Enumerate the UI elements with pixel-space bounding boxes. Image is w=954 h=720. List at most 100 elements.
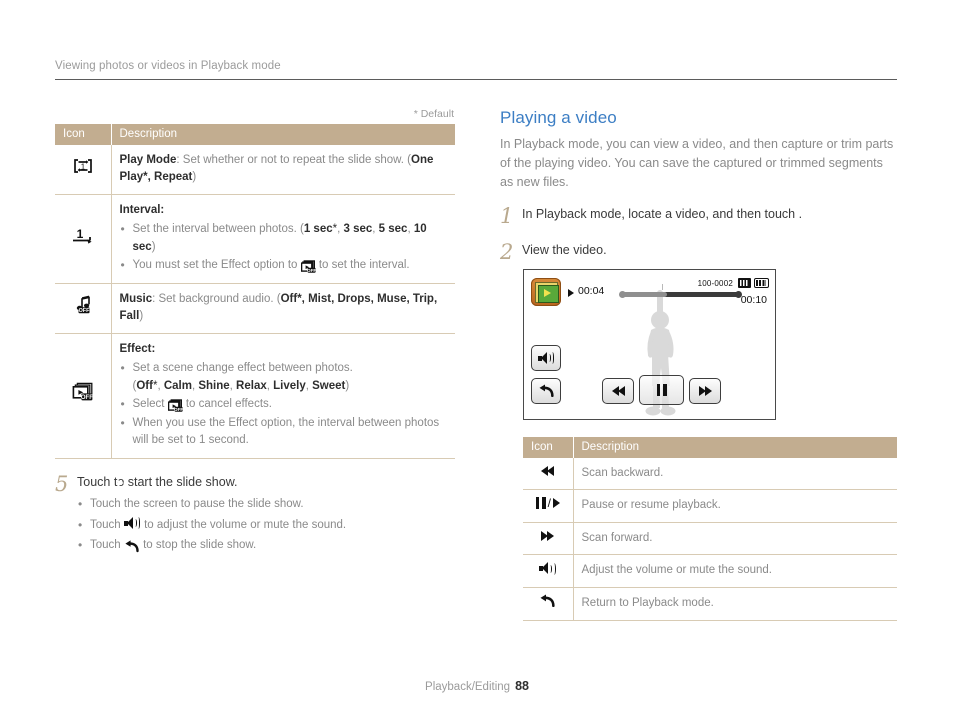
- current-time: 00:04: [578, 285, 605, 297]
- playing-indicator-icon: [568, 289, 574, 297]
- step-number: 2: [500, 240, 514, 265]
- step-number: 1: [500, 204, 514, 229]
- slideshow-options-table: Icon Description 1 Play Mode: Set whethe…: [55, 124, 455, 459]
- table-row: 1 Play Mode: Set whether or not to repea…: [55, 145, 455, 195]
- pause-resume-icon: /: [523, 489, 574, 523]
- play-mode-text: : Set whether or not to repeat the slide…: [176, 154, 411, 166]
- interval-title: Interval:: [119, 203, 165, 216]
- music-title: Music: [119, 292, 153, 305]
- column-header-icon: Icon: [523, 437, 574, 458]
- volume-description: Adjust the volume or mute the sound.: [573, 554, 897, 588]
- forward-button[interactable]: [689, 378, 721, 404]
- speaker-icon: [123, 516, 141, 530]
- footer-chapter: Playback/Editing: [425, 681, 511, 693]
- memory-card-icon: [738, 278, 751, 288]
- step-lead-pre: Touch: [77, 474, 114, 489]
- music-text: : Set background audio. (: [152, 292, 281, 305]
- column-header-description: Description: [573, 437, 897, 458]
- table-row: Scan forward.: [523, 522, 897, 556]
- table-row: 1 Interval: Set the interval between pho…: [55, 194, 455, 284]
- step-2: 2 View the video.: [500, 241, 898, 263]
- table-row: Adjust the volume or mute the sound.: [523, 554, 897, 588]
- video-controls-table-wrap: Icon Description Scan backward. / Pause …: [523, 437, 897, 622]
- scan-backward-description: Scan backward.: [573, 458, 897, 491]
- camera-screen-preview: 00:04 00:10 100-0002: [523, 269, 776, 420]
- table-row: Scan backward.: [523, 458, 897, 491]
- page-footer: Playback/Editing 88: [0, 679, 954, 693]
- interval-icon: 1: [55, 194, 112, 284]
- step-body: Touch to start the slide show. Touch the…: [77, 473, 455, 556]
- table-header-row: Icon Description: [55, 124, 455, 145]
- svg-text:OFF: OFF: [78, 308, 89, 314]
- video-controls-table: Icon Description Scan backward. / Pause …: [523, 437, 897, 622]
- return-icon: [124, 539, 140, 554]
- step-lead-post: to start the slide show.: [113, 474, 238, 489]
- pause-resume-description: Pause or resume playback.: [573, 489, 897, 523]
- back-button[interactable]: [531, 378, 561, 404]
- step-body: In Playback mode, locate a video, and th…: [522, 205, 898, 226]
- scan-backward-icon: [603, 379, 633, 403]
- page-header-title: Viewing photos or videos in Playback mod…: [55, 60, 281, 72]
- step-1: 1 In Playback mode, locate a video, and …: [500, 205, 898, 227]
- play-mode-tail: ): [192, 171, 197, 184]
- return-description: Return to Playback mode.: [573, 587, 897, 622]
- svg-text:1: 1: [81, 163, 86, 172]
- list-item: Touch to adjust the volume or mute the s…: [77, 516, 455, 534]
- svg-text:OFF: OFF: [307, 268, 316, 273]
- return-icon: [523, 587, 574, 622]
- list-item: Select OFF to cancel ef: [120, 395, 448, 414]
- section-intro: In Playback mode, you can view a video, …: [500, 137, 894, 189]
- list-item: You must set the Effect option to OFF: [120, 256, 448, 275]
- progress-tick: [662, 284, 663, 290]
- effect-off-icon: OFF: [167, 399, 183, 412]
- table-row: / Pause or resume playback.: [523, 489, 897, 523]
- pause-button[interactable]: [639, 375, 684, 405]
- list-item: Touch to stop the slide show.: [77, 536, 455, 554]
- effect-bullets: Set a scene change effect between photos…: [120, 359, 448, 450]
- interval-description: Interval: Set the interval between photo…: [111, 194, 455, 284]
- header-divider: [55, 79, 897, 80]
- step-bullets: Touch the screen to pause the slide show…: [77, 495, 455, 554]
- step-text-pre: In Playback mode, locate a video, and th…: [522, 207, 799, 222]
- svg-text:1: 1: [76, 227, 83, 241]
- step-lead: Touch to start the slide show.: [77, 473, 455, 494]
- volume-icon: [523, 554, 574, 588]
- total-time: 00:10: [740, 294, 767, 306]
- progress-handle-start[interactable]: [619, 291, 626, 298]
- column-header-description: Description: [111, 124, 455, 145]
- speaker-icon: [537, 351, 555, 365]
- music-tail: ): [139, 310, 144, 323]
- effect-description: Effect: Set a scene change effect betwee…: [111, 333, 455, 459]
- scan-backward-icon: [523, 458, 574, 491]
- progress-bar: [621, 292, 739, 297]
- list-item: When you use the Effect option, the inte…: [120, 414, 448, 450]
- progress-bar-fill: [621, 292, 667, 297]
- step-text-post: .: [798, 207, 803, 222]
- play-mode-title: Play Mode: [119, 154, 177, 166]
- table-row: OFF Music: Set background audio. (Off*, …: [55, 283, 455, 334]
- effect-off-icon: OFF: [55, 333, 112, 459]
- table-row: Return to Playback mode.: [523, 587, 897, 622]
- play-mode-description: Play Mode: Set whether or not to repeat …: [111, 145, 455, 195]
- effect-off-icon: OFF: [300, 260, 316, 273]
- scan-forward-icon: [523, 522, 574, 556]
- music-description: Music: Set background audio. (Off*, Mist…: [111, 283, 455, 334]
- play-mode-repeat-icon: 1: [55, 145, 112, 195]
- default-note: * Default: [413, 108, 454, 120]
- scan-forward-icon: [690, 379, 720, 403]
- svg-text:OFF: OFF: [81, 395, 93, 401]
- interval-bullets: Set the interval between photos. (1 sec*…: [120, 220, 448, 275]
- footer-page-number: 88: [515, 679, 529, 693]
- music-off-icon: OFF: [55, 283, 112, 334]
- left-column: * Default Icon Description 1 Play Mode: …: [55, 108, 455, 555]
- list-item: Set the interval between photos. (1 sec*…: [120, 220, 448, 256]
- rewind-button[interactable]: [602, 378, 634, 404]
- section-title: Playing a video: [500, 108, 617, 127]
- video-thumbnail-icon: [531, 278, 561, 306]
- page-header: Viewing photos or videos in Playback mod…: [55, 60, 897, 80]
- file-number: 100-0002: [697, 279, 733, 288]
- return-arrow-icon: [538, 384, 554, 398]
- volume-button[interactable]: [531, 345, 561, 371]
- table-header-row: Icon Description: [523, 437, 897, 458]
- effect-title: Effect:: [119, 342, 156, 355]
